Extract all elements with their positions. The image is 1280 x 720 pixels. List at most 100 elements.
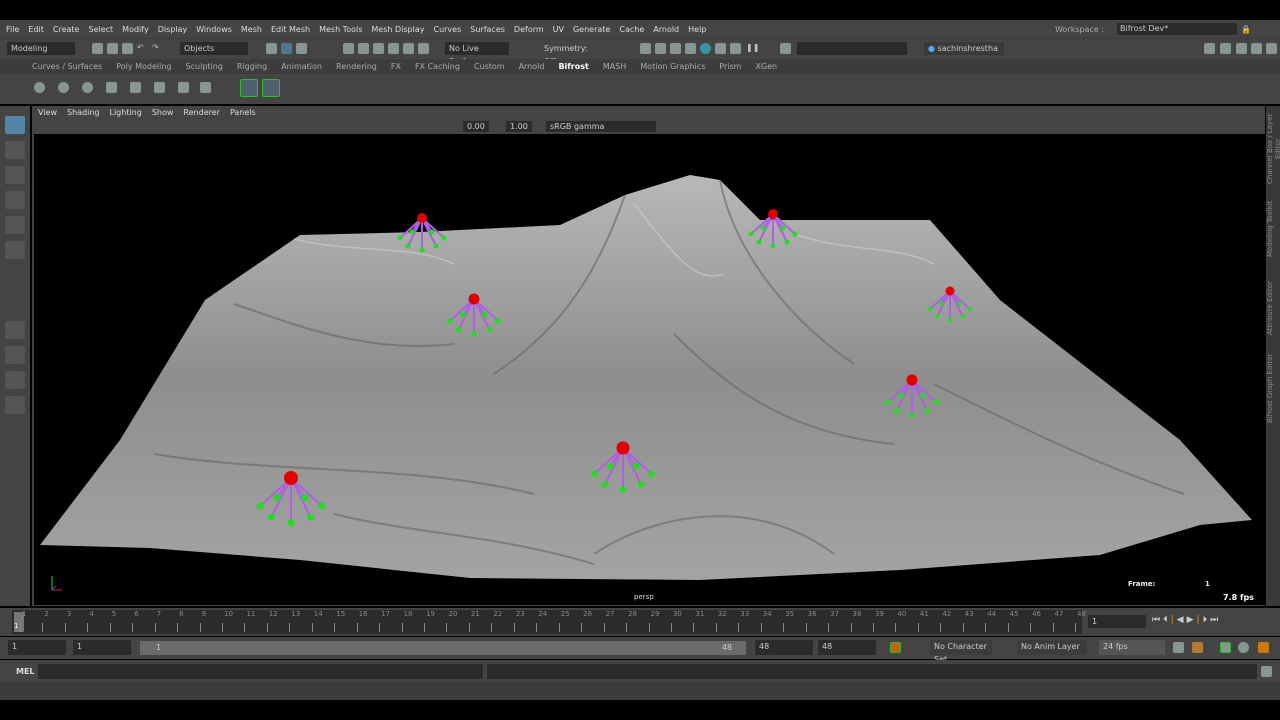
menu-create[interactable]: Create	[53, 25, 80, 34]
script-editor-icon[interactable]	[1261, 666, 1272, 677]
menu-mesh[interactable]: Mesh	[241, 25, 262, 34]
viewport-menu-renderer[interactable]: Renderer	[183, 108, 220, 117]
human-ik-icon[interactable]	[1220, 43, 1231, 54]
shelf-tab-mash[interactable]: MASH	[603, 62, 626, 71]
select-object-icon[interactable]	[281, 43, 292, 54]
snap-view-icon[interactable]	[388, 43, 399, 54]
channel-box-icon[interactable]	[1266, 43, 1277, 54]
selection-mode-select[interactable]: Objects	[180, 42, 248, 55]
command-input[interactable]	[38, 664, 483, 679]
time-slider-ticks[interactable]: 1 1 2 3 4 5 6 7 8 9 10 11 12 13 14 15 16 17 18 19 20 21 22 23 2…	[12, 610, 1086, 634]
live-surface-field[interactable]: No Live Surface	[445, 42, 509, 66]
sound-icon[interactable]	[1220, 642, 1231, 653]
shelf-tab-fx-caching[interactable]: FX Caching	[415, 62, 460, 71]
render-view-icon[interactable]	[715, 43, 726, 54]
right-tab-channel-box-layer-editor[interactable]: Channel Box / Layer Editor	[1266, 111, 1280, 186]
scale-tool-icon[interactable]	[5, 241, 25, 259]
bifrost-liquid-icon[interactable]	[34, 82, 45, 93]
shelf-tab-rigging[interactable]: Rigging	[237, 62, 267, 71]
menu-edit[interactable]: Edit	[28, 25, 44, 34]
menu-file[interactable]: File	[6, 25, 19, 34]
menu-arnold[interactable]: Arnold	[653, 25, 679, 34]
input-field-mode-icon[interactable]	[780, 43, 791, 54]
modeling-toolkit-icon[interactable]	[1204, 43, 1215, 54]
single-perspective-layout-icon[interactable]	[5, 321, 25, 339]
symmetry-select[interactable]: Symmetry: Off	[540, 42, 600, 66]
step-back-key-icon[interactable]: ⏴	[1163, 615, 1171, 625]
fps-select[interactable]: 24 fps	[1099, 640, 1165, 655]
menu-windows[interactable]: Windows	[196, 25, 232, 34]
quick-select-field[interactable]	[797, 42, 907, 55]
current-frame-field[interactable]: 1	[1088, 615, 1146, 628]
viewport-menu-view[interactable]: View	[38, 108, 57, 117]
rotate-tool-icon[interactable]	[5, 216, 25, 234]
go-to-start-icon[interactable]: ⏮	[1152, 615, 1163, 625]
step-forward-key-icon[interactable]: ⏵	[1203, 615, 1211, 625]
bifrost-particles-icon[interactable]	[200, 82, 211, 93]
shelf-tab-sculpting[interactable]: Sculpting	[186, 62, 223, 71]
menu-generate[interactable]: Generate	[573, 25, 610, 34]
render-frame-icon[interactable]	[640, 43, 651, 54]
menu-uv[interactable]: UV	[553, 25, 564, 34]
viewport-menu-lighting[interactable]: Lighting	[109, 108, 141, 117]
3d-viewport[interactable]: M persp Frame: 1 7.8 fps	[34, 134, 1265, 605]
viewport-menu-show[interactable]: Show	[152, 108, 174, 117]
anim-end-field[interactable]: 48	[755, 640, 813, 655]
time-slider[interactable]: 1 1 2 3 4 5 6 7 8 9 10 11 12 13 14 15 16 17 18 19 20 21 22 23 2…	[0, 608, 1280, 636]
bifrost-aero-icon[interactable]	[82, 82, 93, 93]
shelf-tab-prism[interactable]: Prism	[719, 62, 741, 71]
gamma-field[interactable]: 1.00	[506, 121, 532, 132]
snap-grid-icon[interactable]	[343, 43, 354, 54]
playback-controls[interactable]: ⏮⏴|◀▶|⏵⏭	[1152, 615, 1221, 625]
attribute-editor-icon[interactable]	[1236, 43, 1247, 54]
menu-help[interactable]: Help	[688, 25, 706, 34]
select-hierarchy-icon[interactable]	[266, 43, 277, 54]
play-backward-icon[interactable]: ◀	[1177, 615, 1187, 625]
start-time-field[interactable]: 1	[8, 640, 66, 655]
anim-prefs-icon[interactable]	[1192, 642, 1203, 653]
open-scene-icon[interactable]	[107, 43, 118, 54]
shelf-tab-poly-modeling[interactable]: Poly Modeling	[116, 62, 171, 71]
ipr-render-icon[interactable]	[670, 43, 681, 54]
new-scene-icon[interactable]	[92, 43, 103, 54]
menu-deform[interactable]: Deform	[514, 25, 544, 34]
snap-point-icon[interactable]	[373, 43, 384, 54]
two-view-layout-icon[interactable]	[5, 371, 25, 389]
menu-mesh-display[interactable]: Mesh Display	[371, 25, 424, 34]
menu-display[interactable]: Display	[158, 25, 188, 34]
shelf-tab-custom[interactable]: Custom	[474, 62, 505, 71]
playback-loop-icon[interactable]	[1173, 642, 1184, 653]
shelf-tab-motion-graphics[interactable]: Motion Graphics	[640, 62, 705, 71]
bifrost-graph-icon[interactable]	[240, 79, 258, 97]
lock-icon[interactable]: 🔒	[1241, 25, 1251, 34]
shelf-tab-xgen[interactable]: XGen	[755, 62, 777, 71]
shelf-tab-curves-surfaces[interactable]: Curves / Surfaces	[32, 62, 102, 71]
shelf-tab-arnold[interactable]: Arnold	[519, 62, 545, 71]
bifrost-board-icon[interactable]	[262, 79, 280, 97]
redo-icon[interactable]: ↷	[152, 43, 163, 54]
save-scene-icon[interactable]	[122, 43, 133, 54]
shelf-tab-rendering[interactable]: Rendering	[336, 62, 377, 71]
paint-select-tool-icon[interactable]	[5, 166, 25, 184]
menuset-select[interactable]: Modeling	[7, 42, 75, 55]
menu-curves[interactable]: Curves	[433, 25, 461, 34]
hypershade-icon[interactable]	[700, 43, 711, 54]
range-slider-bar[interactable]: 1 48	[140, 641, 746, 655]
shelf-tab-animation[interactable]: Animation	[281, 62, 322, 71]
snap-pivot-icon[interactable]	[418, 43, 429, 54]
bifrost-collider-icon[interactable]	[106, 82, 117, 93]
render-settings-icon[interactable]	[685, 43, 696, 54]
right-tab-attribute-editor[interactable]: Attribute Editor	[1266, 271, 1280, 346]
undo-icon[interactable]: ↶	[137, 43, 148, 54]
right-tab-modeling-toolkit[interactable]: Modeling Toolkit	[1266, 191, 1280, 266]
move-tool-icon[interactable]	[5, 191, 25, 209]
viewport-menu-shading[interactable]: Shading	[67, 108, 100, 117]
anim-layer-select[interactable]: No Anim Layer	[1017, 640, 1087, 655]
colorspace-select[interactable]: sRGB gamma	[546, 121, 656, 132]
end-time-field[interactable]: 48	[818, 640, 876, 655]
bifrost-mesh-icon[interactable]	[178, 82, 189, 93]
auto-key-icon[interactable]	[890, 642, 901, 653]
snap-surface-icon[interactable]	[403, 43, 414, 54]
go-to-end-icon[interactable]: ⏭	[1210, 615, 1221, 625]
playback-speed-icon[interactable]	[1238, 642, 1249, 653]
